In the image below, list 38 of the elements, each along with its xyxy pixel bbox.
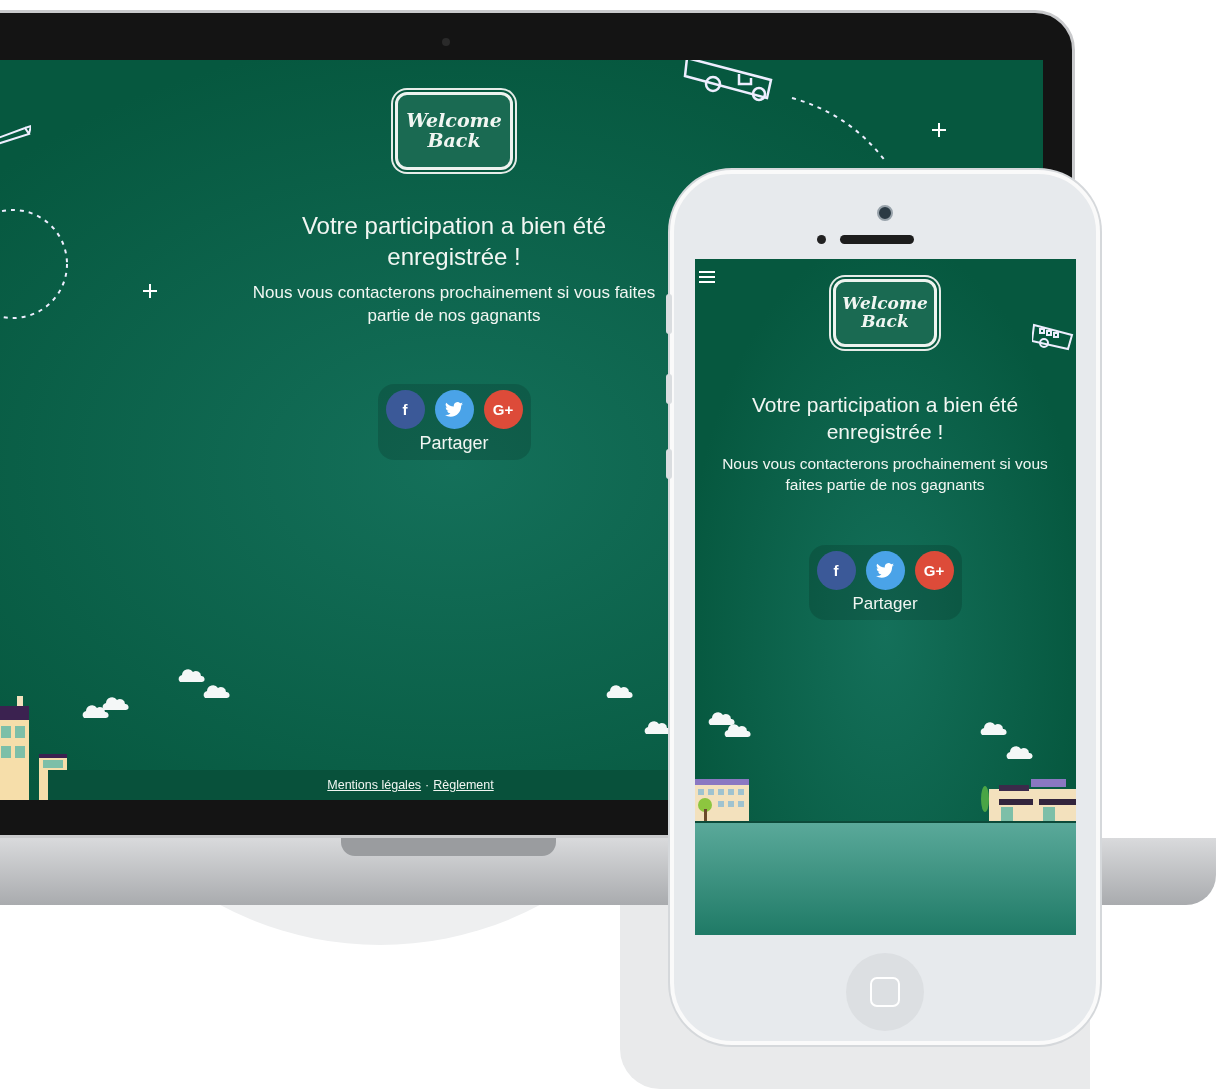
twitter-button[interactable]: [434, 390, 474, 430]
cloud-icon: [722, 723, 751, 737]
facebook-button[interactable]: f: [385, 390, 425, 430]
cloud-icon: [706, 711, 735, 725]
share-label: Partager: [419, 433, 489, 455]
cloud-icon: [81, 704, 109, 718]
building-drawing: [694, 779, 749, 821]
speaker-icon: [839, 235, 914, 244]
cloud-icon: [1004, 745, 1033, 759]
legal-notice-link[interactable]: Mentions légales: [327, 778, 422, 792]
side-button[interactable]: [666, 374, 672, 404]
camera-icon: [877, 205, 893, 221]
confirmation-title: Votre participation a bien été enregistrée !: [750, 392, 1020, 446]
confirmation-title: Votre participation a bien été enregistrée !: [300, 211, 608, 273]
confirmation-message: Nous vous contacterons prochainement si vous faites partie de nos gagnants: [251, 282, 657, 328]
rules-link[interactable]: Règlement: [433, 778, 494, 792]
side-button[interactable]: [666, 294, 672, 334]
google-plus-button[interactable]: G+: [483, 390, 523, 430]
cloud-icon: [978, 721, 1007, 735]
sensor-icon: [816, 235, 826, 244]
confirmation-message: Nous vous contacterons prochainement si vous faites partie de nos gagnants: [721, 453, 1049, 495]
bird-icon: [445, 402, 463, 418]
cloud-icon: [101, 696, 129, 710]
bird-icon: [876, 563, 894, 579]
menu-icon[interactable]: [698, 271, 715, 283]
cloud-icon: [605, 684, 633, 698]
twitter-button[interactable]: [865, 551, 905, 591]
cloud-icon: [177, 668, 205, 682]
plus-icon: [143, 284, 157, 298]
plus-icon: [932, 123, 946, 137]
facebook-button[interactable]: f: [816, 551, 856, 591]
share-label: Partager: [852, 594, 918, 615]
logo-text: Welcome Back: [842, 295, 928, 331]
side-button[interactable]: [666, 449, 672, 479]
logo-text: Welcome Back: [406, 111, 502, 151]
google-plus-button[interactable]: G+: [914, 551, 954, 591]
separator-text: ·: [425, 778, 430, 792]
cloud-icon: [202, 684, 230, 698]
